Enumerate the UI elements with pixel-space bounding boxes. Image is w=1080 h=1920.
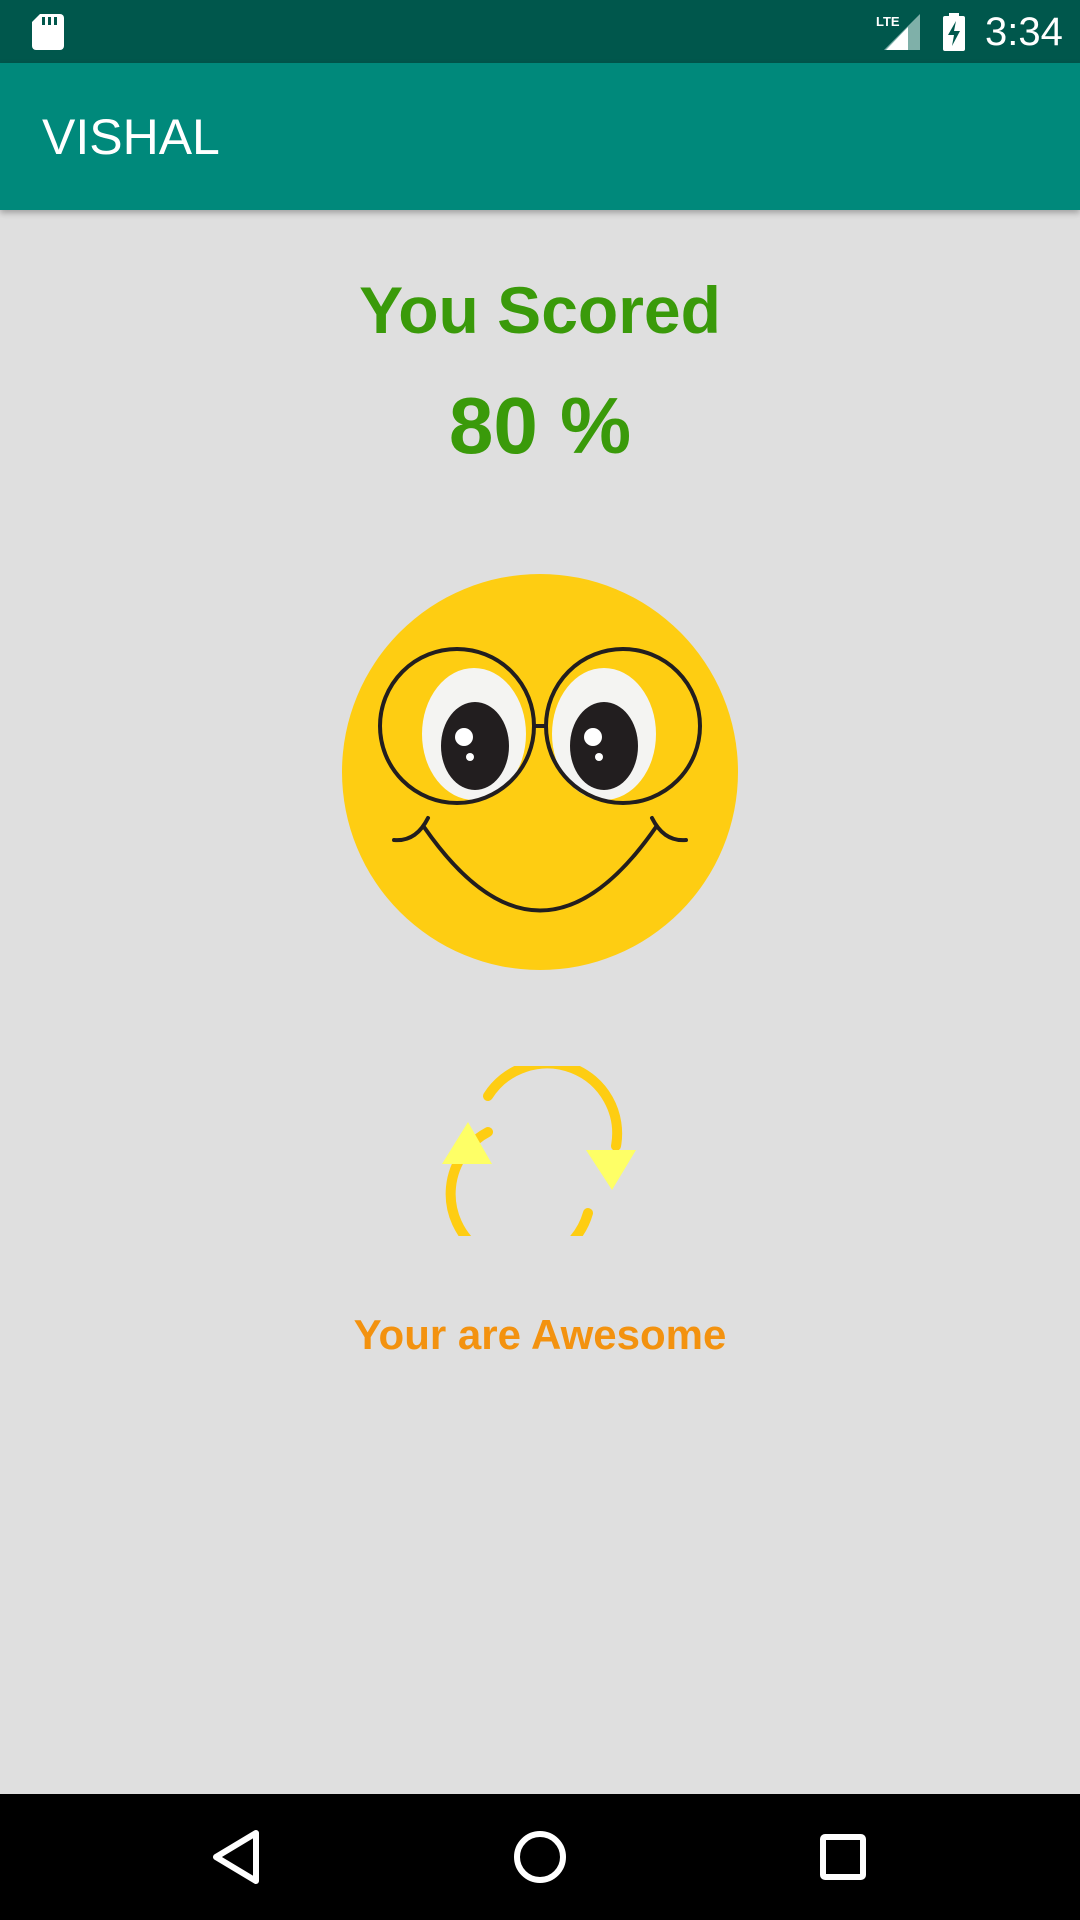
- home-icon[interactable]: [507, 1824, 573, 1890]
- result-message: Your are Awesome: [353, 1311, 727, 1358]
- score-value: 80 %: [448, 381, 632, 470]
- recents-icon[interactable]: [810, 1824, 876, 1890]
- smiley-face-glasses-icon: [342, 574, 738, 970]
- sd-card-icon: [32, 14, 64, 50]
- score-heading: You Scored: [359, 273, 721, 347]
- navigation-bar: [0, 1794, 1080, 1920]
- app-title: VISHAL: [42, 109, 220, 165]
- lte-signal-icon: LTE: [876, 14, 920, 50]
- refresh-icon[interactable]: [438, 1066, 642, 1236]
- network-type-label: LTE: [876, 14, 900, 29]
- result-screen: You Scored 80 % Your are Awesome: [0, 210, 1080, 1794]
- battery-charging-icon: [943, 13, 965, 51]
- back-icon[interactable]: [204, 1824, 270, 1890]
- status-bar: LTE 3:34: [0, 0, 1080, 63]
- clock: 3:34: [985, 10, 1063, 54]
- app-bar: VISHAL: [0, 63, 1080, 210]
